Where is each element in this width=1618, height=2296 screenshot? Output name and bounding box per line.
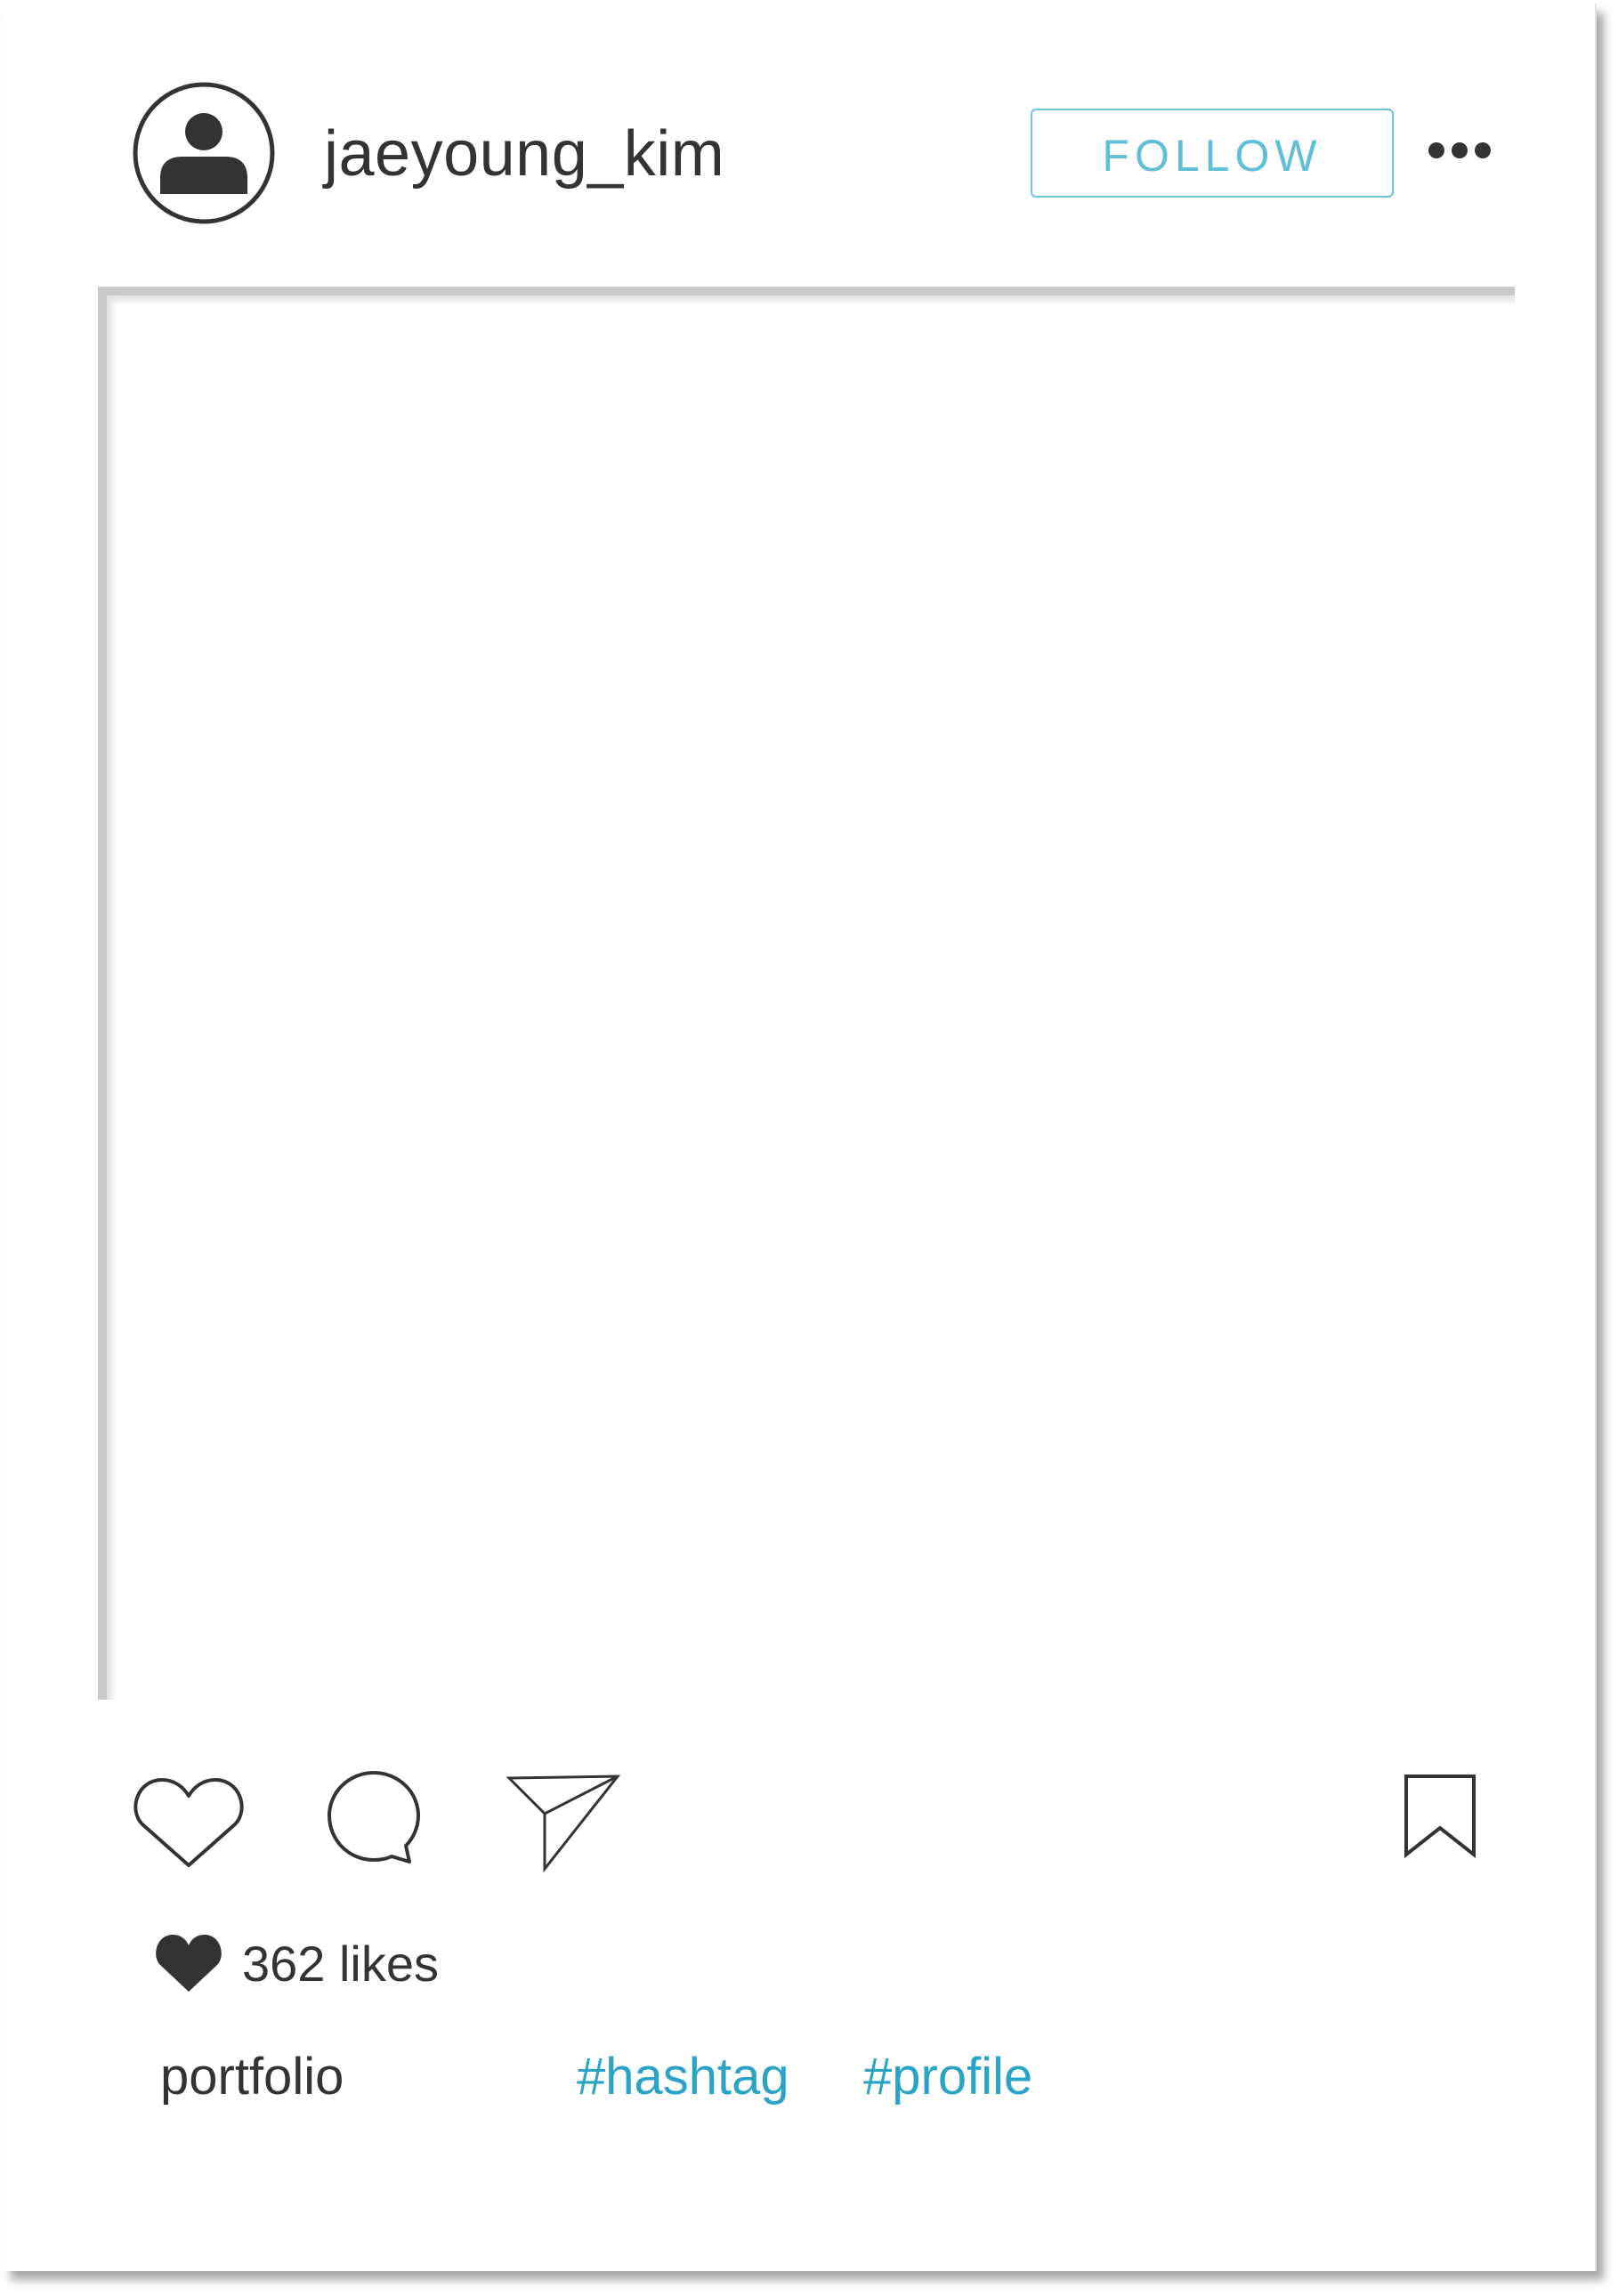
post-image — [98, 287, 1515, 1700]
hashtag-link[interactable]: #profile — [863, 2041, 1032, 2113]
username[interactable]: jaeyoung_kim — [324, 114, 724, 194]
avatar[interactable] — [133, 82, 275, 224]
likes-count[interactable]: 362 likes — [242, 1929, 439, 1999]
bookmark-icon[interactable] — [1403, 1773, 1477, 1858]
heart-icon[interactable] — [133, 1773, 244, 1869]
caption-text: portfolio — [160, 2048, 344, 2106]
post-card: jaeyoung_kim FOLLOW 362 likes portfolio … — [4, 4, 1597, 2271]
comment-icon[interactable] — [324, 1769, 424, 1867]
filled-heart-icon — [156, 1935, 222, 1992]
more-options-icon[interactable] — [1428, 137, 1492, 164]
hashtag-link[interactable]: #hashtag — [577, 2041, 789, 2113]
send-icon[interactable] — [506, 1773, 621, 1872]
follow-button[interactable]: FOLLOW — [1031, 109, 1394, 198]
